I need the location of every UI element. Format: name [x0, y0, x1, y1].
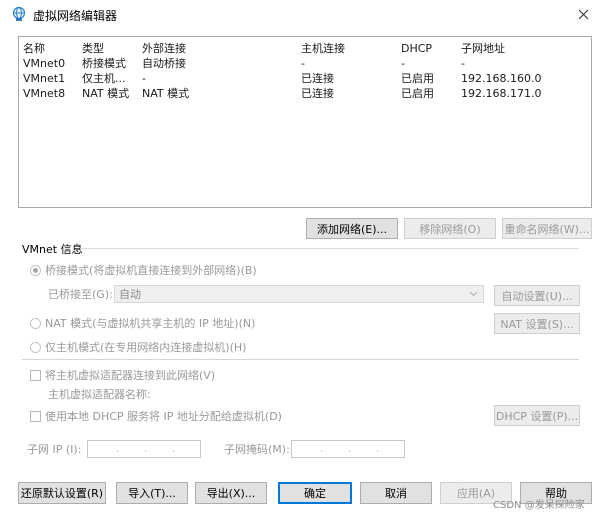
watermark: CSDN @发呆探险家: [493, 500, 585, 511]
cell-name: VMnet1: [23, 72, 66, 85]
close-icon: [578, 9, 588, 19]
ip-dot: .: [144, 444, 148, 455]
cell-dhcp: 已启用: [401, 87, 434, 100]
cell-external: NAT 模式: [142, 87, 190, 100]
host-only-radio[interactable]: [30, 342, 41, 353]
add-network-button[interactable]: 添加网络(E)...: [306, 218, 398, 239]
title-bar: 虚拟网络编辑器: [0, 0, 601, 30]
cancel-button[interactable]: 取消: [360, 482, 432, 504]
bridged-to-select[interactable]: 自动: [114, 285, 484, 303]
column-header-subnet[interactable]: 子网地址: [461, 41, 505, 56]
ip-dot: .: [116, 444, 120, 455]
cell-host: 已连接: [301, 87, 334, 100]
adapter-name-label: 主机虚拟适配器名称:: [48, 388, 151, 401]
cell-name: VMnet0: [23, 57, 66, 70]
auto-settings-button[interactable]: 自动设置(U)...: [494, 285, 580, 306]
bridged-mode-label: 桥接模式(将虚拟机直接连接到外部网络)(B): [45, 264, 257, 277]
cell-name: VMnet8: [23, 87, 66, 100]
dhcp-checkbox[interactable]: [30, 411, 41, 422]
cell-external: -: [142, 72, 146, 85]
cell-subnet: 192.168.160.0: [461, 72, 542, 85]
connect-adapter-checkbox[interactable]: [30, 370, 41, 381]
cell-external: 自动桥接: [142, 57, 186, 70]
subnet-mask-field[interactable]: . . .: [291, 440, 405, 458]
cell-host: -: [301, 57, 305, 70]
bridged-to-label: 已桥接至(G):: [48, 288, 113, 301]
remove-network-button[interactable]: 移除网络(O): [404, 218, 496, 239]
cell-host: 已连接: [301, 72, 334, 85]
subnet-ip-field[interactable]: . . .: [87, 440, 201, 458]
group-divider: [80, 248, 579, 249]
host-only-label: 仅主机模式(在专用网络内连接虚拟机)(H): [45, 341, 247, 354]
cell-type: 仅主机...: [82, 72, 126, 85]
column-header-type[interactable]: 类型: [82, 41, 104, 56]
export-button[interactable]: 导出(X)...: [195, 482, 267, 504]
window-title: 虚拟网络编辑器: [33, 9, 118, 23]
cell-subnet: 192.168.171.0: [461, 87, 542, 100]
table-row[interactable]: VMnet8 NAT 模式 NAT 模式 已连接 已启用 192.168.171…: [19, 86, 591, 101]
import-button[interactable]: 导入(T)...: [116, 482, 188, 504]
list-header: 名称 类型 外部连接 主机连接 DHCP 子网地址: [19, 41, 591, 56]
rename-network-button[interactable]: 重命名网络(W)...: [502, 218, 592, 239]
restore-defaults-button[interactable]: 还原默认设置(R): [18, 482, 106, 504]
connect-adapter-label: 将主机虚拟适配器连接到此网络(V): [45, 369, 216, 382]
bridged-mode-radio[interactable]: [30, 265, 41, 276]
ip-dot: .: [376, 444, 380, 455]
cell-subnet: -: [461, 57, 465, 70]
dhcp-label: 使用本地 DHCP 服务将 IP 地址分配给虚拟机(D): [45, 410, 282, 423]
ip-dot: .: [348, 444, 352, 455]
column-header-dhcp[interactable]: DHCP: [401, 41, 432, 56]
ip-dot: .: [172, 444, 176, 455]
cell-dhcp: 已启用: [401, 72, 434, 85]
column-header-host[interactable]: 主机连接: [301, 41, 345, 56]
chevron-down-icon: [467, 287, 479, 301]
column-header-name[interactable]: 名称: [23, 41, 45, 56]
subnet-mask-label: 子网掩码(M):: [224, 443, 290, 456]
table-row[interactable]: VMnet1 仅主机... - 已连接 已启用 192.168.160.0: [19, 71, 591, 86]
close-button[interactable]: [570, 3, 596, 25]
cell-dhcp: -: [401, 57, 405, 70]
network-globe-icon: [11, 6, 27, 22]
nat-mode-radio[interactable]: [30, 318, 41, 329]
network-list[interactable]: 名称 类型 外部连接 主机连接 DHCP 子网地址 VMnet0 桥接模式 自动…: [18, 36, 592, 208]
nat-settings-button[interactable]: NAT 设置(S)...: [494, 313, 580, 334]
subnet-ip-label: 子网 IP (I):: [27, 443, 82, 456]
separator: [22, 359, 579, 360]
ok-button[interactable]: 确定: [278, 482, 352, 504]
bridged-to-value: 自动: [119, 288, 141, 301]
vmnet-info-group-label: VMnet 信息: [22, 243, 83, 256]
table-row[interactable]: VMnet0 桥接模式 自动桥接 - - -: [19, 56, 591, 71]
cell-type: NAT 模式: [82, 87, 130, 100]
ip-dot: .: [320, 444, 324, 455]
column-header-external[interactable]: 外部连接: [142, 41, 186, 56]
dhcp-settings-button[interactable]: DHCP 设置(P)...: [494, 405, 580, 426]
cell-type: 桥接模式: [82, 57, 126, 70]
nat-mode-label: NAT 模式(与虚拟机共享主机的 IP 地址)(N): [45, 317, 256, 330]
